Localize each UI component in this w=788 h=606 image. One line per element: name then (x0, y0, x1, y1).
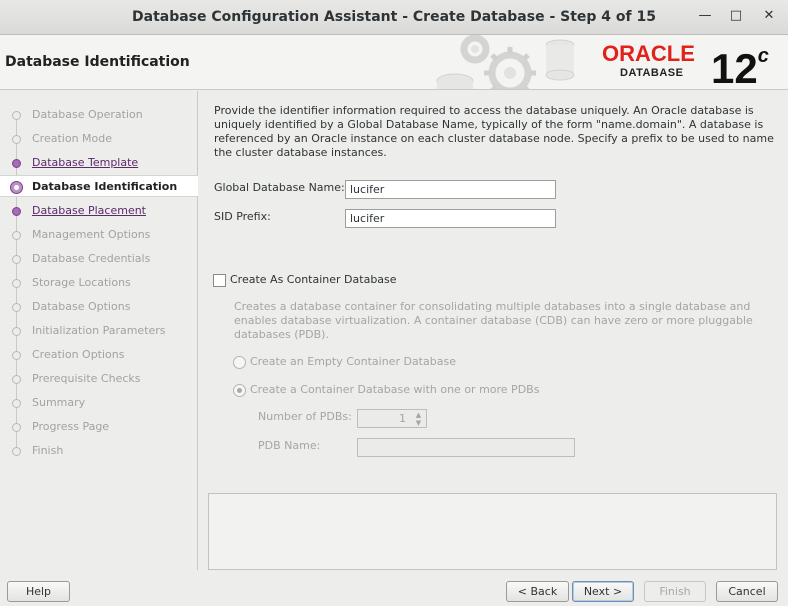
step-dot-icon (12, 111, 21, 120)
minimize-icon[interactable]: — (695, 8, 715, 26)
step-dot-icon (12, 423, 21, 432)
step-dot-icon (12, 231, 21, 240)
global-db-name-input[interactable] (345, 180, 556, 199)
step-dot-icon (12, 159, 21, 168)
step-label[interactable]: Database Template (32, 156, 138, 169)
oracle-logo: ORACLE DATABASE (602, 41, 695, 80)
step-progress-page: Progress Page (0, 416, 198, 438)
num-pdbs-value: 1 (399, 412, 406, 425)
close-icon[interactable]: ✕ (759, 8, 779, 26)
step-dot-icon (12, 399, 21, 408)
cdb-with-pdbs-radio-label[interactable]: Create a Container Database with one or … (250, 383, 539, 396)
cancel-button[interactable]: Cancel (716, 581, 778, 602)
version-number: 12 (711, 45, 758, 92)
step-dot-icon (12, 327, 21, 336)
page-description: Provide the identifier information requi… (214, 104, 774, 159)
step-dot-icon (12, 375, 21, 384)
step-label: Database Options (32, 300, 131, 313)
steps-sidebar: Database Operation Creation Mode Databas… (0, 91, 198, 570)
step-dot-icon (12, 135, 21, 144)
step-creation-options: Creation Options (0, 344, 198, 366)
step-label: Creation Options (32, 348, 125, 361)
maximize-icon[interactable]: □ (726, 8, 746, 26)
num-pdbs-label: Number of PDBs: (258, 410, 352, 423)
step-dot-icon (12, 207, 21, 216)
sid-prefix-label: SID Prefix: (214, 210, 271, 223)
header-banner: Database Identification ORACLE DATABASE … (0, 35, 788, 92)
step-dot-icon (12, 255, 21, 264)
step-label: Summary (32, 396, 86, 409)
step-label: Database Identification (32, 180, 178, 193)
step-creation-mode: Creation Mode (0, 128, 198, 150)
next-button[interactable]: Next > (572, 581, 634, 602)
finish-button[interactable]: Finish (644, 581, 706, 602)
step-database-options: Database Options (0, 296, 198, 318)
container-db-description: Creates a database container for consoli… (234, 300, 753, 341)
step-finish: Finish (0, 440, 198, 462)
step-management-options: Management Options (0, 224, 198, 246)
step-label: Progress Page (32, 420, 110, 433)
help-button[interactable]: Help (7, 581, 70, 602)
empty-cdb-radio[interactable] (233, 356, 246, 369)
step-dot-icon (12, 351, 21, 360)
page-title: Database Identification (5, 54, 190, 70)
version-badge: 12c (711, 39, 769, 92)
step-summary: Summary (0, 392, 198, 414)
back-button[interactable]: < Back (506, 581, 569, 602)
step-database-identification: Database Identification (0, 175, 198, 197)
num-pdbs-stepper[interactable]: 1 ▲ ▼ (357, 409, 427, 428)
step-dot-icon (12, 303, 21, 312)
step-label: Database Credentials (32, 252, 151, 265)
pdb-name-input[interactable] (357, 438, 575, 457)
cdb-with-pdbs-radio[interactable] (233, 384, 246, 397)
step-database-template[interactable]: Database Template (0, 152, 198, 174)
oracle-logo-word: ORACLE (602, 41, 695, 66)
step-database-operation: Database Operation (0, 104, 198, 126)
step-database-placement[interactable]: Database Placement (0, 200, 198, 222)
stepper-up-icon[interactable]: ▲ (412, 411, 425, 419)
version-suffix: c (757, 45, 769, 67)
window-titlebar: Database Configuration Assistant - Creat… (0, 0, 788, 35)
step-label: Management Options (32, 228, 151, 241)
step-label[interactable]: Database Placement (32, 204, 146, 217)
step-storage-locations: Storage Locations (0, 272, 198, 294)
stepper-down-icon[interactable]: ▼ (412, 419, 425, 427)
global-db-name-label: Global Database Name: (214, 181, 345, 194)
oracle-logo-product: DATABASE (620, 67, 684, 79)
empty-cdb-radio-label[interactable]: Create an Empty Container Database (250, 355, 456, 368)
container-db-checkbox[interactable] (213, 274, 226, 287)
step-label: Storage Locations (32, 276, 131, 289)
gears-decoration-icon (436, 35, 575, 89)
step-label: Database Operation (32, 108, 143, 121)
step-label: Prerequisite Checks (32, 372, 141, 385)
step-initialization-parameters: Initialization Parameters (0, 320, 198, 342)
step-label: Finish (32, 444, 64, 457)
container-db-checkbox-label[interactable]: Create As Container Database (230, 273, 397, 286)
messages-panel (208, 493, 777, 570)
step-label: Initialization Parameters (32, 324, 166, 337)
window-title: Database Configuration Assistant - Creat… (132, 9, 656, 25)
step-label: Creation Mode (32, 132, 113, 145)
step-dot-icon (12, 447, 21, 456)
step-current-icon (10, 181, 23, 194)
step-database-credentials: Database Credentials (0, 248, 198, 270)
step-prerequisite-checks: Prerequisite Checks (0, 368, 198, 390)
sid-prefix-input[interactable] (345, 209, 556, 228)
step-dot-icon (12, 279, 21, 288)
pdb-name-label: PDB Name: (258, 439, 321, 452)
